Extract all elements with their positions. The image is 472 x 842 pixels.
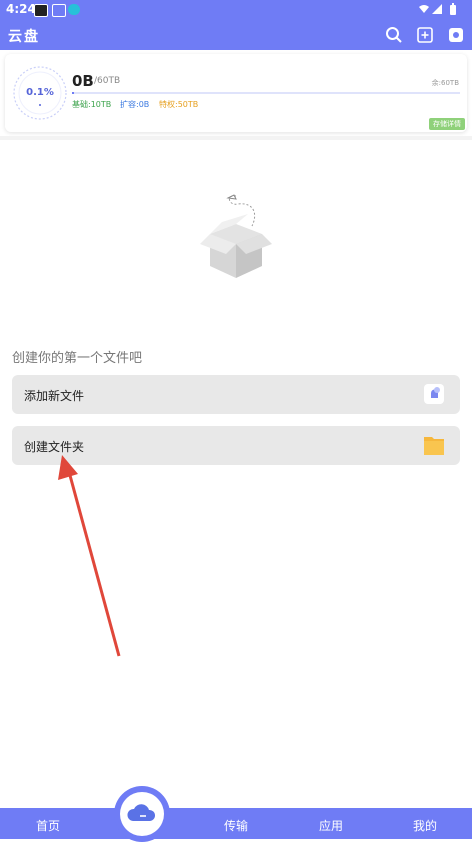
tab-home[interactable]: 首页 [36, 817, 60, 834]
cloud-button[interactable] [120, 792, 164, 836]
annotation-arrow [58, 455, 121, 657]
tab-transfer[interactable]: 传输 [224, 817, 248, 834]
tab-apps[interactable]: 应用 [319, 817, 343, 834]
tab-mine[interactable]: 我的 [413, 817, 437, 834]
cloud-icon [127, 804, 156, 821]
